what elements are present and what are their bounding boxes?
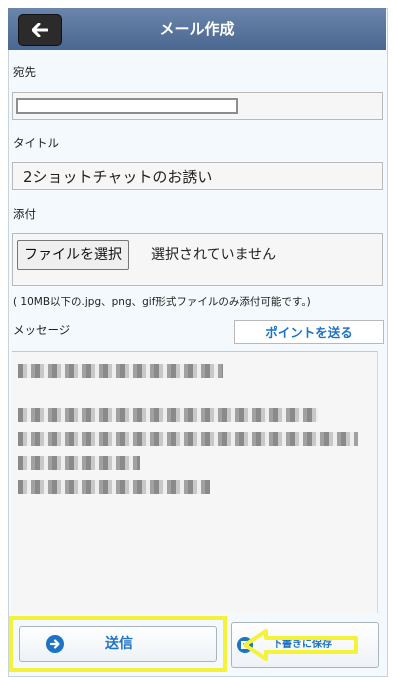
send-button[interactable]: 送信 xyxy=(19,626,217,662)
to-input[interactable] xyxy=(16,98,238,114)
blurred-text-line xyxy=(18,432,358,446)
back-arrow-icon xyxy=(32,23,48,37)
page-title: メール作成 xyxy=(159,20,235,38)
blurred-text-line xyxy=(18,456,140,470)
attachment-field: ファイルを選択 選択されていません xyxy=(12,233,383,286)
title-input-value: 2ショットチャットのお誘い xyxy=(23,168,213,186)
to-label: 宛先 xyxy=(13,65,36,79)
attachment-label: 添付 xyxy=(13,207,36,221)
attachment-note: ( 10MB以下の.jpg、png、gif形式ファイルのみ添付可能です。) xyxy=(13,296,311,308)
send-button-label: 送信 xyxy=(105,636,133,652)
to-field-container xyxy=(12,92,383,120)
title-input[interactable]: 2ショットチャットのお誘い xyxy=(12,162,383,190)
message-textarea[interactable] xyxy=(12,351,378,613)
send-highlight: 送信 xyxy=(9,616,227,672)
file-status-text: 選択されていません xyxy=(151,247,277,263)
title-label: タイトル xyxy=(13,136,59,150)
blurred-text-line xyxy=(18,408,318,422)
message-label: メッセージ xyxy=(13,323,71,337)
choose-file-button[interactable]: ファイルを選択 xyxy=(17,240,129,270)
yellow-arrow-annotation xyxy=(243,629,358,661)
back-button[interactable] xyxy=(18,14,62,46)
header-bar: メール作成 xyxy=(8,8,386,50)
blurred-text-line xyxy=(18,364,223,378)
blurred-text-line xyxy=(18,480,210,494)
send-points-button[interactable]: ポイントを送る xyxy=(234,320,384,344)
